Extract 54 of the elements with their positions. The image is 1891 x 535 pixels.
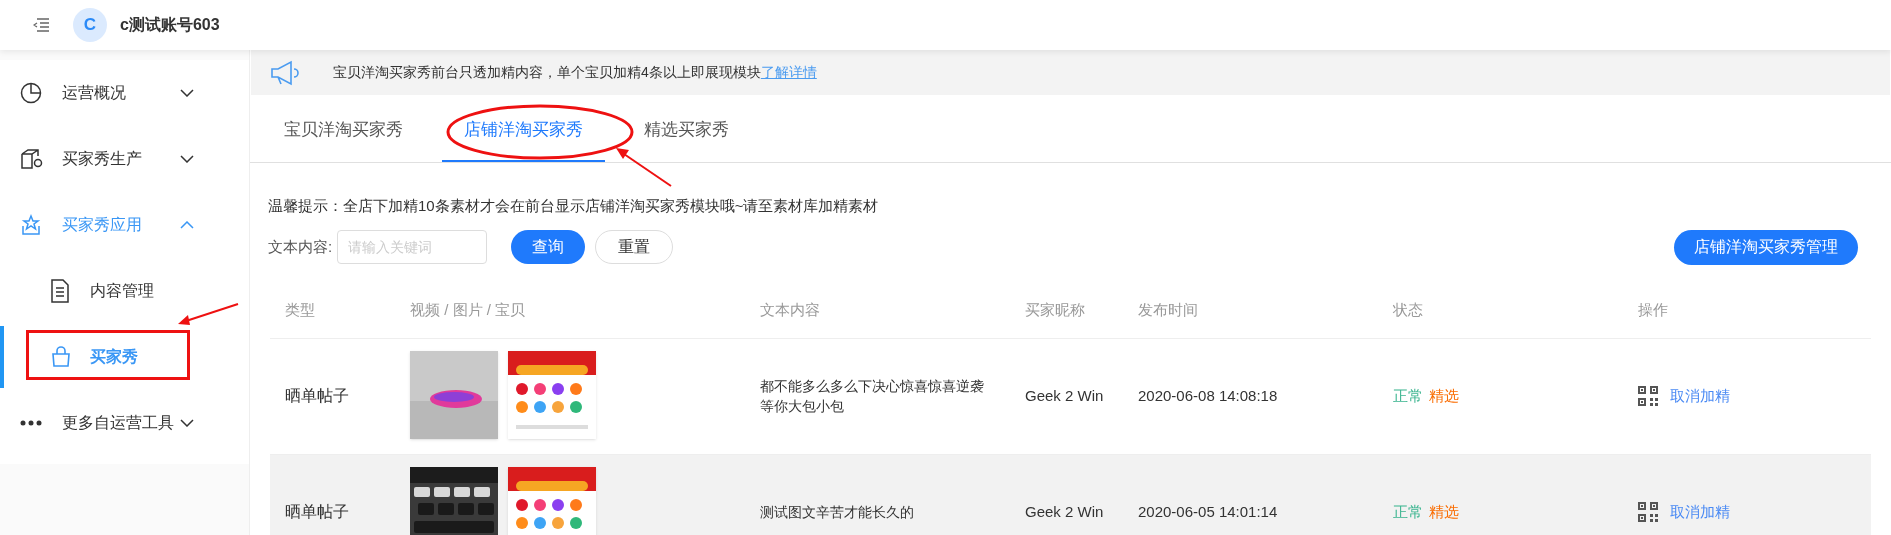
column-header: 操作 xyxy=(1638,301,1668,318)
menu-icon[interactable] xyxy=(33,18,49,32)
status-tag: 正常 xyxy=(1393,500,1423,524)
sidebar-group[interactable]: 运营概况 xyxy=(0,60,249,126)
megaphone-icon xyxy=(269,59,299,86)
status-tag: 精选 xyxy=(1429,500,1459,524)
annotation-arrow xyxy=(176,302,240,328)
clock-icon xyxy=(20,82,42,104)
star-box-icon xyxy=(20,214,42,236)
more-icon xyxy=(20,420,42,426)
table-cell: Geek 2 Win xyxy=(1025,503,1104,520)
annotation-arrow xyxy=(614,146,674,188)
details-link[interactable]: 了解详情 xyxy=(760,64,817,80)
qr-code-icon[interactable] xyxy=(1638,502,1658,522)
sidebar-item[interactable]: 买家秀 xyxy=(0,345,138,369)
column-header: 类型 xyxy=(285,301,315,318)
tab[interactable]: 精选买家秀 xyxy=(622,99,751,162)
account-name: c测试账号603 xyxy=(120,15,220,35)
notice-text: 宝贝洋淘买家秀前台只透加精内容，单个宝贝加精4条以上即展现模块了解详情 xyxy=(333,63,817,82)
column-header: 发布时间 xyxy=(1138,301,1198,318)
shopping-bag-icon xyxy=(50,346,72,368)
tip-text: 温馨提示：全店下加精10条素材才会在前台显示店铺洋淘买家秀模块哦~请至素材库加精素材 xyxy=(268,196,879,216)
chevron-down-icon xyxy=(180,155,194,163)
column-header: 状态 xyxy=(1393,301,1423,318)
chevron-up-icon xyxy=(180,221,194,229)
unfeature-link[interactable]: 取消加精 xyxy=(1670,384,1730,408)
table-cell-text: 都不能多么多么下决心惊喜惊喜逆袭等你大包小包 xyxy=(760,377,985,416)
tab[interactable]: 店铺洋淘买家秀 xyxy=(442,99,605,162)
unfeature-link[interactable]: 取消加精 xyxy=(1670,500,1730,524)
column-header: 文本内容 xyxy=(760,301,820,318)
manage-button[interactable]: 店铺洋淘买家秀管理 xyxy=(1674,229,1858,265)
chevron-down-icon xyxy=(180,89,194,97)
document-icon xyxy=(50,279,70,303)
column-header: 买家昵称 xyxy=(1025,301,1085,318)
table-cell-text: 测试图文辛苦才能长久的 xyxy=(760,503,915,522)
avatar: C xyxy=(73,8,107,42)
sidebar-group[interactable]: 买家秀应用 xyxy=(0,192,249,258)
tab[interactable]: 宝贝洋淘买家秀 xyxy=(262,99,425,162)
table-cell: 2020-06-05 14:01:14 xyxy=(1138,503,1278,520)
chevron-down-icon xyxy=(180,419,194,427)
table-cell: 晒单帖子 xyxy=(285,387,349,404)
sidebar-group[interactable]: 更多自运营工具 xyxy=(0,390,249,456)
table-cell: 晒单帖子 xyxy=(285,503,349,520)
qr-code-icon[interactable] xyxy=(1638,386,1658,406)
sidebar-group[interactable]: 买家秀生产 xyxy=(0,126,249,192)
sidebar-item[interactable]: 内容管理 xyxy=(0,279,154,303)
box-icon xyxy=(20,148,44,170)
search-button[interactable]: 查询 xyxy=(511,230,586,264)
table-cell: 2020-06-08 14:08:18 xyxy=(1138,387,1278,404)
status-tag: 正常 xyxy=(1393,384,1423,408)
column-header: 视频 / 图片 / 宝贝 xyxy=(410,301,525,318)
table-cell: Geek 2 Win xyxy=(1025,387,1104,404)
status-tag: 精选 xyxy=(1429,384,1459,408)
filter-label: 文本内容: xyxy=(268,236,333,257)
